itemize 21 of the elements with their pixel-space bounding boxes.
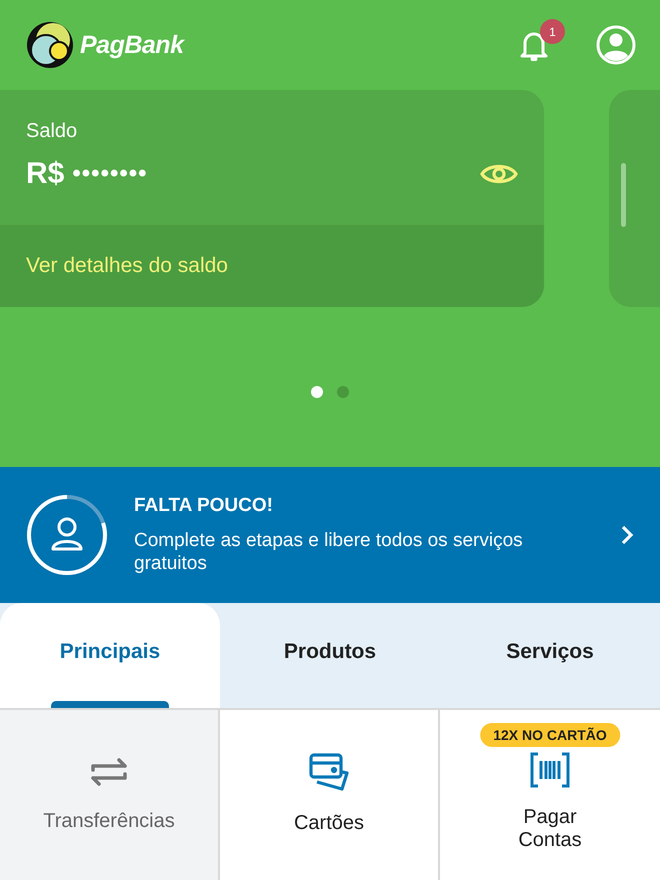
profile-icon[interactable] — [596, 25, 636, 65]
tab[interactable]: Serviços — [440, 603, 660, 708]
currency-symbol: R$ — [26, 157, 64, 191]
carousel-dot[interactable] — [311, 386, 323, 398]
scroll-indicator — [621, 163, 626, 227]
notification-badge: 1 — [540, 19, 565, 44]
tab[interactable]: Principais — [0, 603, 220, 708]
chevron-right-icon[interactable] — [620, 524, 634, 546]
brand-name: PagBank — [80, 30, 184, 60]
banner-text: Complete as etapas e libere todos os serviços gratuitos — [134, 529, 524, 575]
next-card[interactable] — [609, 90, 660, 307]
promo-badge: 12X NO CARTÃO — [480, 723, 620, 747]
balance-label: Saldo — [26, 120, 78, 143]
profile-progress-icon — [26, 494, 108, 576]
banner-title: FALTA POUCO! — [134, 495, 274, 517]
barcode-icon — [529, 752, 571, 788]
carousel-dot[interactable] — [337, 386, 349, 398]
tab[interactable]: Produtos — [220, 603, 440, 708]
onboarding-banner[interactable]: FALTA POUCO! Complete as etapas e libere todos os serviços gratuitos — [0, 467, 660, 603]
masked-balance: •••••••• — [72, 160, 148, 188]
logo-icon — [26, 21, 74, 69]
